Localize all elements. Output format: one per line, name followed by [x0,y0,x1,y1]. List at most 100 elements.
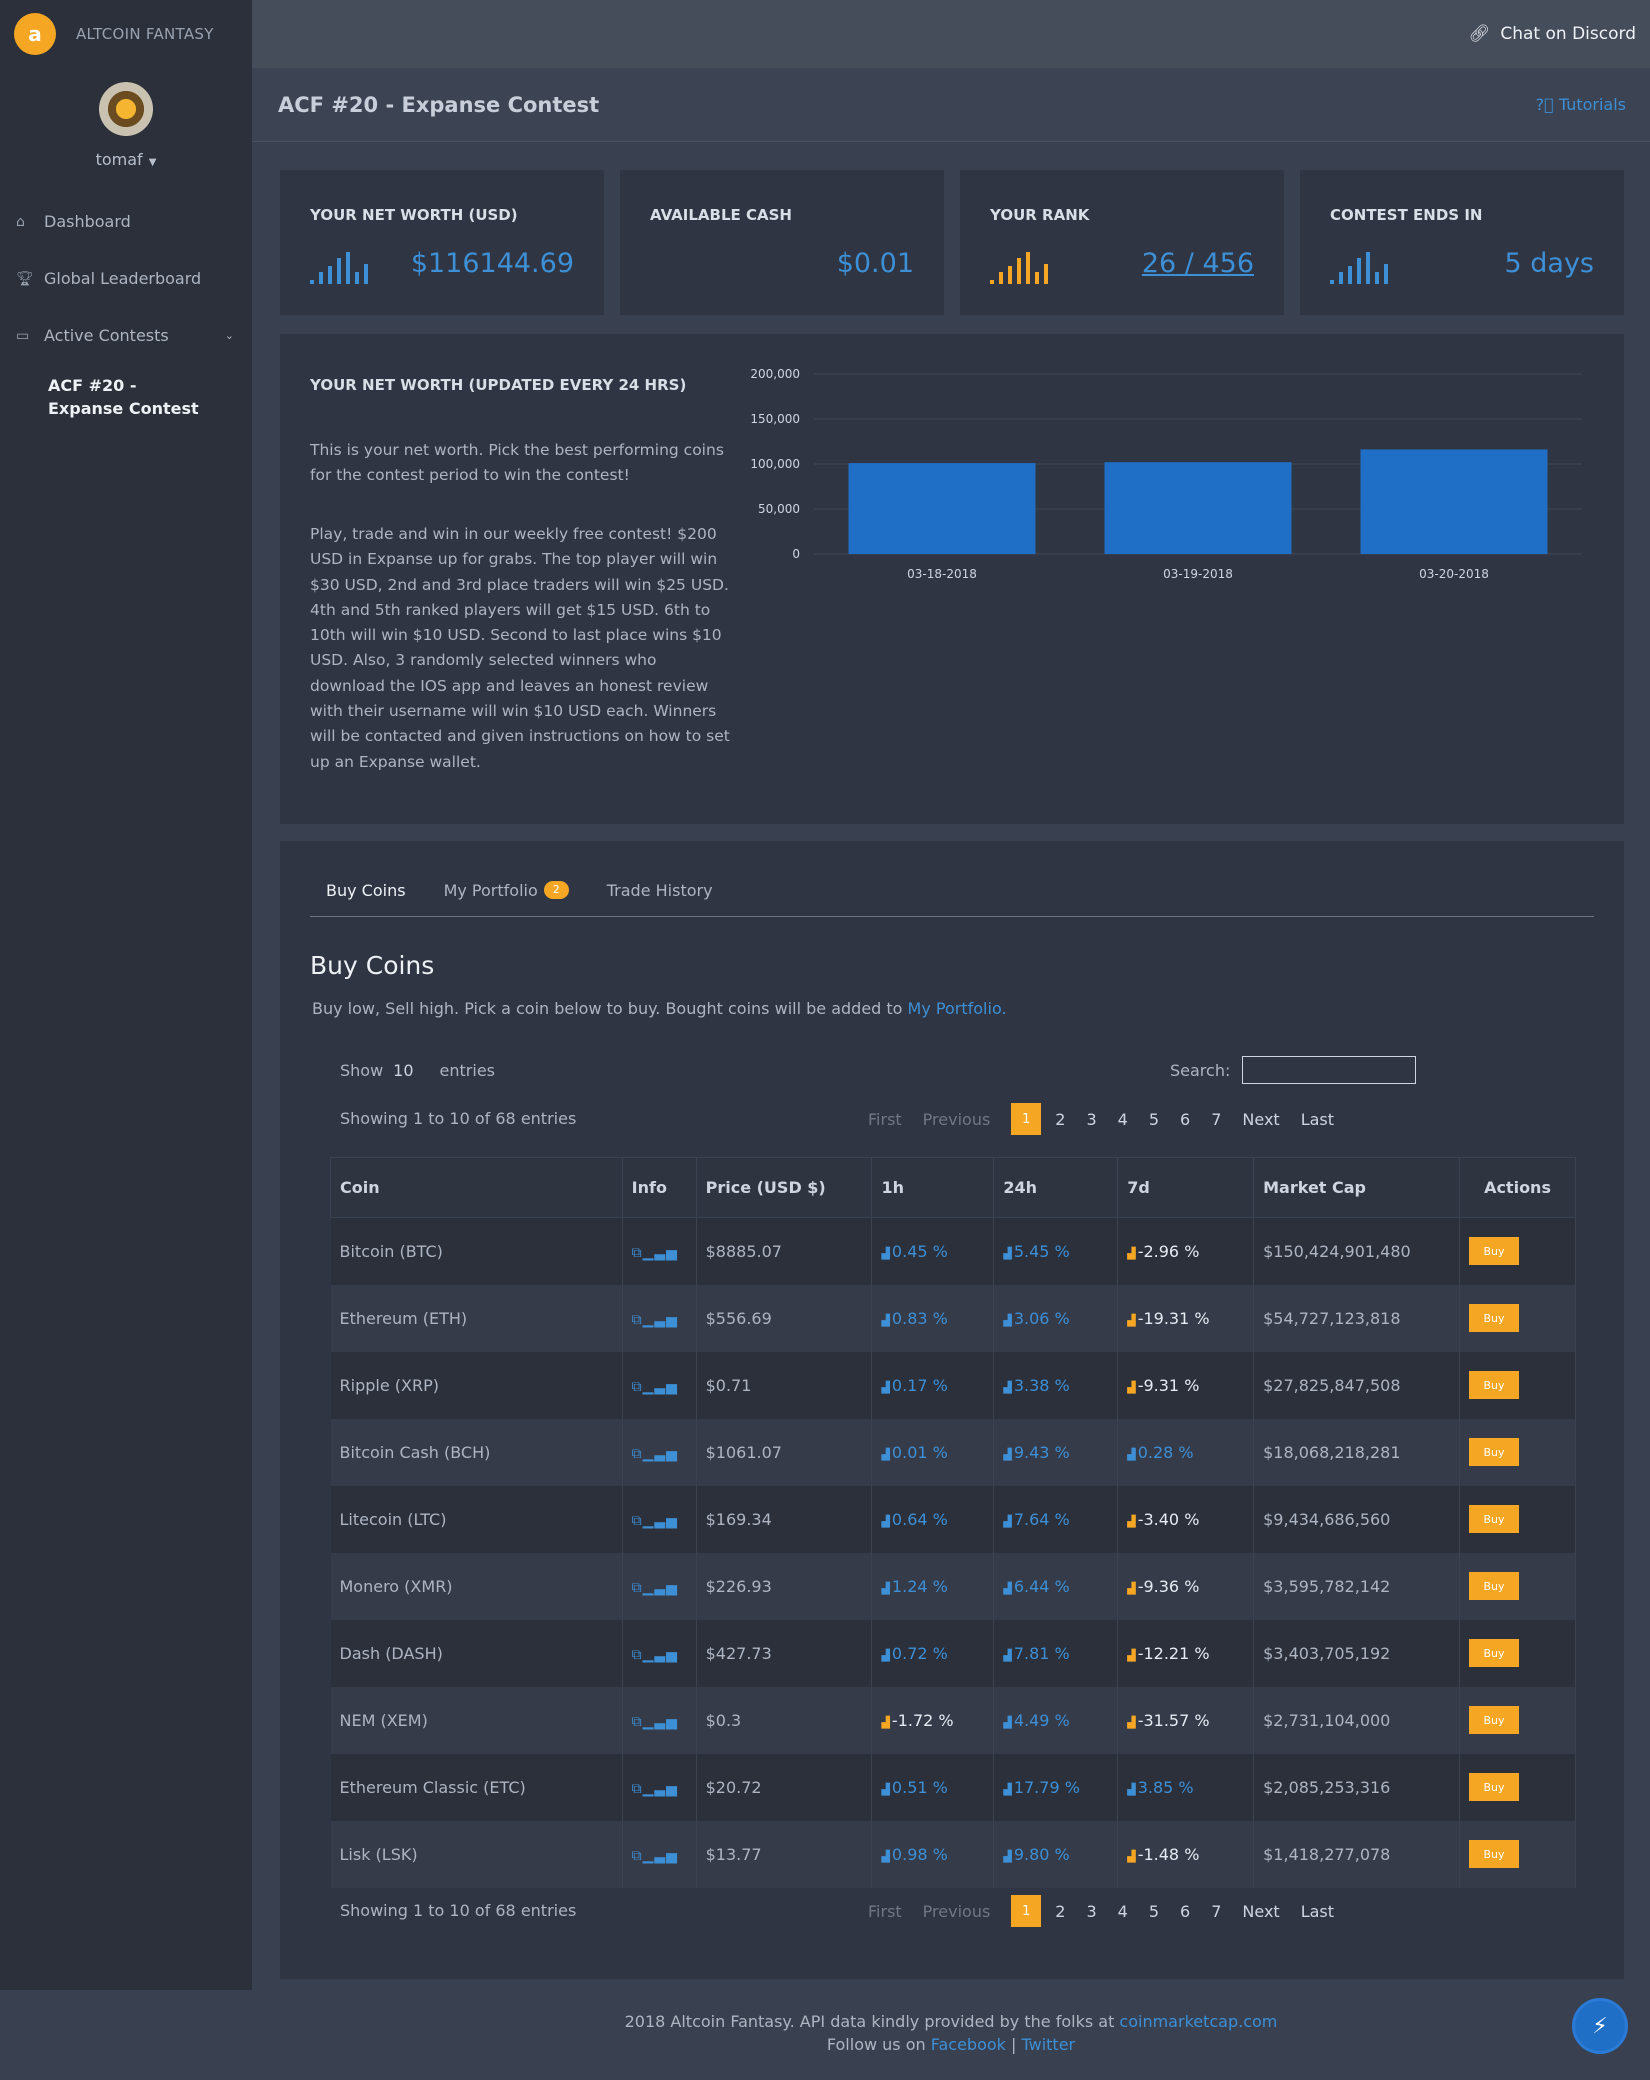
pager-current[interactable]: 1 [1011,1103,1042,1135]
sidebar-item-active-contests[interactable]: ▭ Active Contests ⌄ [0,307,252,364]
pager-next[interactable]: Next [1242,1110,1279,1129]
bar-chart-icon[interactable]: ▁▃▅ [643,1245,678,1261]
change-cell: ▟ 0.28 % [1117,1418,1255,1486]
net-worth-value: $116144.69 [410,248,574,279]
pager-page[interactable]: 5 [1149,1110,1159,1129]
external-link-icon[interactable]: ⧉ [632,1781,643,1797]
col-price[interactable]: Price (USD $) [695,1157,873,1218]
change-cell: ▟ 0.72 % [871,1619,995,1687]
sidebar-item-global-leaderboard[interactable]: 🏆︎ Global Leaderboard [0,250,252,307]
sidebar-item-label: Dashboard [44,212,131,231]
buy-button[interactable]: Buy [1469,1773,1520,1801]
buy-button[interactable]: Buy [1469,1572,1520,1600]
facebook-link[interactable]: Facebook [931,2035,1006,2054]
external-link-icon[interactable]: ⧉ [632,1647,643,1663]
pager-page[interactable]: 2 [1055,1110,1065,1129]
external-link-icon[interactable]: ⧉ [632,1580,643,1596]
external-link-icon[interactable]: ⧉ [632,1312,643,1328]
bar-chart-icon[interactable]: ▁▃▅ [643,1580,678,1596]
pager-page[interactable]: 6 [1180,1110,1190,1129]
bar-chart-icon[interactable]: ▁▃▅ [643,1848,678,1864]
pager-page[interactable]: 5 [1149,1902,1159,1921]
external-link-icon[interactable]: ⧉ [632,1379,643,1395]
page-length-select[interactable]: 10 [393,1061,413,1080]
col-info[interactable]: Info [621,1157,697,1218]
buy-button[interactable]: Buy [1469,1505,1520,1533]
external-link-icon[interactable]: ⧉ [632,1245,643,1261]
pager-page[interactable]: 3 [1086,1902,1096,1921]
search-input[interactable] [1242,1056,1416,1084]
pager-last[interactable]: Last [1301,1902,1334,1921]
change-cell: ▟ 9.43 % [993,1418,1119,1486]
coinmarketcap-link[interactable]: coinmarketcap.com [1119,2012,1277,2031]
col-7d[interactable]: 7d [1117,1157,1255,1218]
bar[interactable] [1360,449,1548,554]
pager-page[interactable]: 7 [1211,1902,1221,1921]
pager-page[interactable]: 2 [1055,1902,1065,1921]
pager-page[interactable]: 3 [1086,1110,1096,1129]
bar-chart-icon[interactable]: ▁▃▅ [643,1379,678,1395]
pager-first[interactable]: First [868,1110,902,1129]
avatar[interactable] [96,82,156,142]
bar-chart-icon[interactable]: ▁▃▅ [643,1446,678,1462]
col-actions: Actions [1459,1157,1576,1218]
external-link-icon[interactable]: ⧉ [632,1446,643,1462]
my-portfolio-link[interactable]: My Portfolio. [908,999,1007,1018]
pager-page[interactable]: 4 [1118,1902,1128,1921]
pager-page[interactable]: 6 [1180,1902,1190,1921]
discord-label: Chat on Discord [1500,24,1636,44]
rank-value-link[interactable]: 26 / 456 [1142,248,1254,279]
x-tick-label: 03-20-2018 [1419,567,1489,581]
table-row: Ripple (XRP) ⧉▁▃▅ $0.71 ▟ 0.17 % ▟ 3.38 % ▟ -9.3… [330,1351,1576,1419]
coin-name: NEM (XEM) [330,1686,623,1754]
external-link-icon[interactable]: ⧉ [632,1714,643,1730]
buy-button[interactable]: Buy [1469,1639,1520,1667]
external-link-icon[interactable]: ⧉ [632,1848,643,1864]
user-menu[interactable]: tomaf ▼ [0,150,252,169]
external-link-icon[interactable]: ⧉ [632,1513,643,1529]
pager-previous[interactable]: Previous [923,1902,991,1921]
pager-current[interactable]: 1 [1011,1895,1042,1927]
bar-chart-icon[interactable]: ▁▃▅ [643,1647,678,1663]
area-chart-icon: ▟ [1127,1648,1136,1662]
twitter-link[interactable]: Twitter [1021,2035,1075,2054]
price-cell: $20.72 [696,1753,873,1821]
tutorials-link[interactable]: ?⃝ Tutorials [1536,95,1626,114]
bar-chart-icon[interactable]: ▁▃▅ [643,1781,678,1797]
chat-on-discord-link[interactable]: 🔗︎ Chat on Discord [1469,24,1636,44]
col-1h[interactable]: 1h [871,1157,995,1218]
bar[interactable] [848,463,1036,554]
sidebar-subitem-active-contest[interactable]: ACF #20 - Expanse Contest [0,364,252,420]
tab-buy-coins[interactable]: Buy Coins [326,881,406,916]
pager-previous[interactable]: Previous [923,1110,991,1129]
bar-chart-icon[interactable]: ▁▃▅ [643,1312,678,1328]
brand-logo-icon: a [14,13,56,55]
buy-button[interactable]: Buy [1469,1237,1520,1266]
col-market-cap[interactable]: Market Cap [1253,1157,1461,1218]
tab-my-portfolio[interactable]: My Portfolio 2 [444,881,569,916]
buy-button[interactable]: Buy [1469,1438,1520,1466]
bar[interactable] [1104,462,1292,554]
pager-page[interactable]: 7 [1211,1110,1221,1129]
bar-chart-icon[interactable]: ▁▃▅ [643,1714,678,1730]
bar-chart-icon[interactable]: ▁▃▅ [643,1513,678,1529]
sidebar-item-dashboard[interactable]: ⌂ Dashboard [0,193,252,250]
market-cap-cell: $27,825,847,508 [1253,1351,1461,1419]
tab-trade-history[interactable]: Trade History [607,881,713,916]
brand[interactable]: a ALTCOIN FANTASY [0,0,252,68]
price-cell: $169.34 [696,1485,873,1553]
messenger-chat-icon[interactable]: ⚡︎ [1572,1998,1628,2054]
change-cell: ▟ 3.38 % [993,1351,1119,1419]
col-24h[interactable]: 24h [993,1157,1119,1218]
actions-cell: Buy [1459,1418,1576,1486]
buy-button[interactable]: Buy [1469,1304,1520,1332]
buy-button[interactable]: Buy [1469,1706,1520,1734]
col-coin[interactable]: Coin [330,1157,623,1218]
pager-first[interactable]: First [868,1902,902,1921]
pager-last[interactable]: Last [1301,1110,1334,1129]
pager-page[interactable]: 4 [1118,1110,1128,1129]
buy-button[interactable]: Buy [1469,1840,1520,1868]
buy-button[interactable]: Buy [1469,1371,1520,1399]
pager-next[interactable]: Next [1242,1902,1279,1921]
change-value: ▟ 5.45 % [1003,1242,1069,1261]
